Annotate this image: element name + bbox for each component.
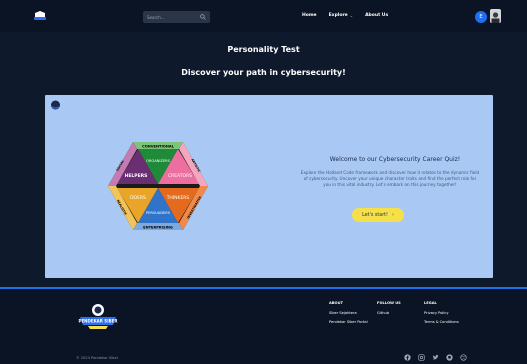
language-button[interactable]: E bbox=[475, 11, 487, 23]
footer-legal-link-0[interactable]: Privacy Policy bbox=[424, 311, 459, 315]
language-label: E bbox=[479, 14, 483, 20]
label-organizers: ORGANIZERS bbox=[146, 159, 171, 163]
nav-explore-label: Explore bbox=[328, 13, 348, 18]
instagram-icon[interactable] bbox=[418, 354, 425, 361]
user-avatar-icon bbox=[490, 10, 501, 23]
footer-about-link-0[interactable]: Siber Sejahtera bbox=[329, 311, 368, 315]
nav-about-link[interactable]: About Us bbox=[365, 13, 388, 18]
footer-legal-col: LEGAL Privacy Policy Terms & Conditions bbox=[424, 301, 459, 329]
welcome-body: Explore the Holland Code framework and d… bbox=[300, 170, 480, 188]
page-title: Personality Test bbox=[227, 45, 300, 54]
footer-legal-link-1[interactable]: Terms & Conditions bbox=[424, 320, 459, 324]
search-icon[interactable] bbox=[200, 14, 206, 20]
label-helpers: HELPERS bbox=[125, 173, 148, 179]
start-quiz-button[interactable]: Let's start! › bbox=[352, 208, 404, 222]
search-input[interactable] bbox=[147, 12, 197, 22]
label-thinkers: THINKERS bbox=[166, 195, 190, 201]
twitter-icon[interactable] bbox=[432, 354, 439, 361]
footer-follow-link-0[interactable]: Github bbox=[377, 311, 401, 315]
page-subtitle: Discover your path in cybersecurity! bbox=[181, 68, 346, 77]
avatar[interactable] bbox=[490, 9, 501, 23]
chevron-right-icon: › bbox=[391, 212, 394, 218]
copyright-text: © 2024 Pendekar Siber bbox=[76, 356, 119, 360]
footer-logo-icon: PENDEKAR SIBER bbox=[79, 304, 118, 329]
footer-follow-head: FOLLOW US bbox=[377, 301, 401, 305]
social-links bbox=[404, 354, 467, 361]
label-persuaders: PERSUADERS bbox=[146, 211, 171, 215]
footer-legal-head: LEGAL bbox=[424, 301, 437, 305]
footer-about-link-1[interactable]: Pendekar Siber Portal bbox=[329, 320, 368, 324]
label-doers: DOERS bbox=[130, 195, 146, 201]
footer-logo-text: PENDEKAR SIBER bbox=[79, 319, 118, 324]
quiz-card: CONVENTIONAL ENTERPRISING SOCIAL REALIST… bbox=[45, 95, 493, 278]
label-creators: CREATORS bbox=[168, 173, 192, 179]
label-conventional: CONVENTIONAL bbox=[142, 145, 175, 149]
footer-about-head: ABOUT bbox=[329, 301, 343, 305]
chevron-down-icon: ⌄ bbox=[349, 13, 354, 18]
footer: PENDEKAR SIBER ABOUT Siber Sejahtera Pen… bbox=[0, 287, 527, 364]
dribbble-icon[interactable] bbox=[460, 354, 467, 361]
start-quiz-label: Let's start! bbox=[362, 212, 388, 218]
label-enterprising: ENTERPRISING bbox=[143, 226, 173, 230]
nav-explore-link[interactable]: Explore ⌄ bbox=[329, 13, 353, 18]
footer-about-col: ABOUT Siber Sejahtera Pendekar Siber Por… bbox=[329, 301, 368, 329]
card-logo-icon bbox=[51, 100, 60, 110]
navbar: Home Explore ⌄ About Us E bbox=[0, 0, 527, 32]
facebook-icon[interactable] bbox=[404, 354, 411, 361]
welcome-title: Welcome to our Cybersecurity Career Quiz… bbox=[329, 156, 461, 163]
site-logo-icon[interactable] bbox=[32, 10, 48, 22]
nav-home-link[interactable]: Home bbox=[302, 13, 317, 18]
search-box bbox=[143, 11, 210, 23]
nav-links: Home Explore ⌄ About Us bbox=[302, 13, 388, 18]
holland-code-hexagon: CONVENTIONAL ENTERPRISING SOCIAL REALIST… bbox=[108, 142, 208, 230]
github-icon[interactable] bbox=[446, 354, 453, 361]
footer-follow-col: FOLLOW US Github bbox=[377, 301, 401, 320]
